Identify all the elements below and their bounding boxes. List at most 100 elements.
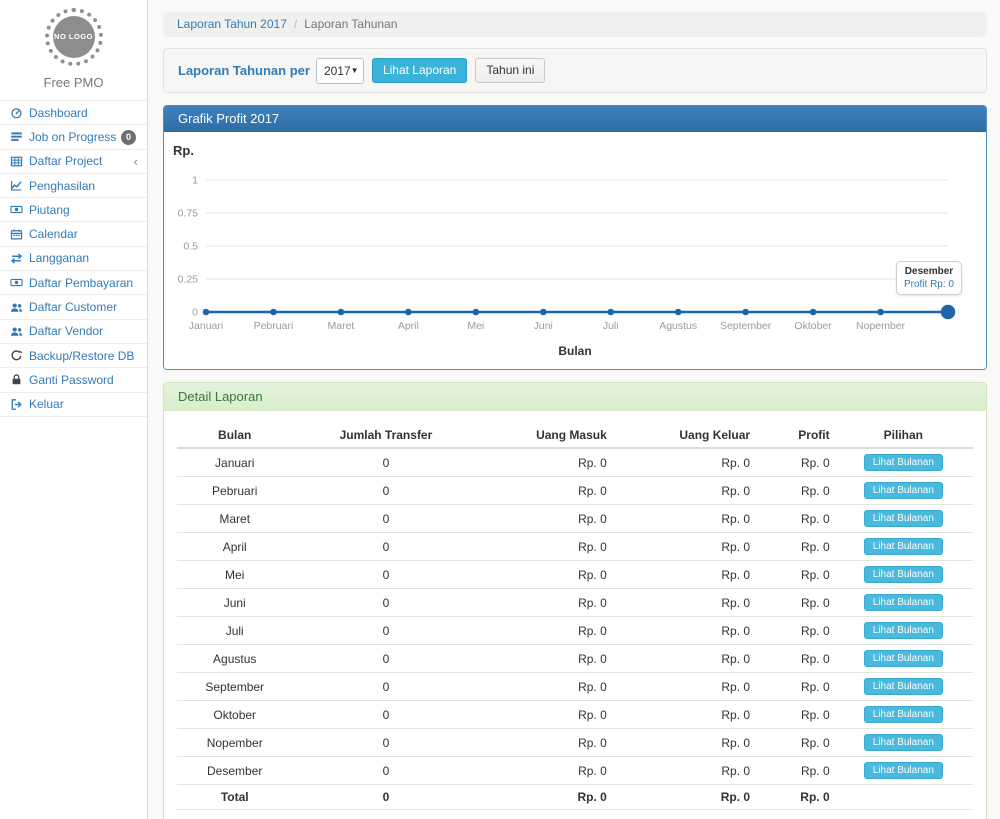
cell-jumlah-transfer: 0	[292, 448, 479, 477]
report-filter-panel: Laporan Tahunan per 2017 ▼ Lihat Laporan…	[163, 48, 987, 93]
cell-uang-keluar: Rp. 0	[611, 448, 754, 477]
cell-uang-masuk: Rp. 0	[479, 477, 610, 505]
cell-profit: Rp. 0	[754, 477, 834, 505]
table-row: Oktober0Rp. 0Rp. 0Rp. 0Lihat Bulanan	[177, 701, 973, 729]
cell-profit: Rp. 0	[754, 757, 834, 785]
sidebar-item-daftar-customer[interactable]: Daftar Customer	[0, 295, 147, 319]
breadcrumb-current: Laporan Tahunan	[304, 17, 397, 31]
table-row: Juli0Rp. 0Rp. 0Rp. 0Lihat Bulanan	[177, 617, 973, 645]
sidebar-item-label: Dashboard	[29, 106, 88, 120]
table-icon	[9, 154, 24, 169]
cell-pilihan: Lihat Bulanan	[834, 533, 973, 561]
sign-out-icon	[9, 397, 24, 412]
cell-uang-masuk: Rp. 0	[479, 701, 610, 729]
cell-uang-masuk: Rp. 0	[479, 645, 610, 673]
svg-text:Mei: Mei	[467, 320, 484, 332]
sidebar-item-backup-restore-db[interactable]: Backup/Restore DB	[0, 344, 147, 368]
svg-text:Juni: Juni	[534, 320, 553, 332]
cell-uang-masuk: Rp. 0	[479, 617, 610, 645]
lihat-bulanan-button[interactable]: Lihat Bulanan	[864, 538, 943, 555]
cell-profit: Rp. 0	[754, 645, 834, 673]
sidebar-item-calendar[interactable]: Calendar	[0, 222, 147, 246]
sidebar-item-penghasilan[interactable]: Penghasilan	[0, 174, 147, 198]
lihat-bulanan-button[interactable]: Lihat Bulanan	[864, 706, 943, 723]
cell-uang-masuk: Rp. 0	[479, 673, 610, 701]
cell-jumlah-transfer: 0	[292, 701, 479, 729]
column-header-uang-keluar: Uang Keluar	[611, 423, 754, 448]
sidebar-item-daftar-pembayaran[interactable]: Daftar Pembayaran	[0, 271, 147, 295]
brand-area: NO LOGO Free PMO	[0, 0, 147, 100]
cell-bulan: April	[177, 533, 292, 561]
sidebar-item-daftar-vendor[interactable]: Daftar Vendor	[0, 320, 147, 344]
cell-pilihan: Lihat Bulanan	[834, 729, 973, 757]
svg-text:Januari: Januari	[189, 320, 223, 332]
sidebar-item-langganan[interactable]: Langganan	[0, 247, 147, 271]
breadcrumb: Laporan Tahun 2017 / Laporan Tahunan	[163, 12, 987, 37]
cell-profit: Rp. 0	[754, 617, 834, 645]
users-icon	[9, 300, 24, 315]
sidebar-item-daftar-project[interactable]: Daftar Project‹	[0, 150, 147, 174]
cell-uang-keluar: Rp. 0	[611, 589, 754, 617]
cell-profit: Rp. 0	[754, 673, 834, 701]
table-row: Desember0Rp. 0Rp. 0Rp. 0Lihat Bulanan	[177, 757, 973, 785]
lihat-bulanan-button[interactable]: Lihat Bulanan	[864, 734, 943, 751]
report-table-wrap: BulanJumlah TransferUang MasukUang Kelua…	[164, 411, 986, 819]
lihat-bulanan-button[interactable]: Lihat Bulanan	[864, 482, 943, 499]
sidebar-item-label: Ganti Password	[29, 373, 114, 387]
table-header-row: BulanJumlah TransferUang MasukUang Kelua…	[177, 423, 973, 448]
lihat-bulanan-button[interactable]: Lihat Bulanan	[864, 762, 943, 779]
cell-uang-keluar: Rp. 0	[611, 673, 754, 701]
cell-pilihan: Lihat Bulanan	[834, 757, 973, 785]
table-total-row: Total0Rp. 0Rp. 0Rp. 0	[177, 785, 973, 810]
lihat-laporan-button[interactable]: Lihat Laporan	[372, 58, 467, 83]
cell-pilihan: Lihat Bulanan	[834, 505, 973, 533]
x-axis-title: Bulan	[164, 344, 986, 358]
lihat-bulanan-button[interactable]: Lihat Bulanan	[864, 566, 943, 583]
detail-panel-title: Detail Laporan	[164, 383, 986, 411]
total-cell: Rp. 0	[479, 785, 610, 810]
sidebar-item-keluar[interactable]: Keluar	[0, 393, 147, 417]
users-icon	[9, 324, 24, 339]
line-chart-icon	[9, 178, 24, 193]
sidebar-item-dashboard[interactable]: Dashboard	[0, 101, 147, 125]
breadcrumb-separator: /	[294, 17, 297, 31]
svg-text:Agustus: Agustus	[659, 320, 697, 332]
cell-pilihan: Lihat Bulanan	[834, 701, 973, 729]
sidebar-item-job-on-progress[interactable]: Job on Progress0	[0, 125, 147, 149]
lihat-bulanan-button[interactable]: Lihat Bulanan	[864, 510, 943, 527]
year-select[interactable]: 2017 ▼	[316, 58, 364, 84]
cell-profit: Rp. 0	[754, 729, 834, 757]
cell-pilihan: Lihat Bulanan	[834, 645, 973, 673]
lihat-bulanan-button[interactable]: Lihat Bulanan	[864, 678, 943, 695]
table-row: Nopember0Rp. 0Rp. 0Rp. 0Lihat Bulanan	[177, 729, 973, 757]
calendar-icon	[9, 227, 24, 242]
svg-text:Nopember: Nopember	[856, 320, 906, 332]
cell-uang-masuk: Rp. 0	[479, 757, 610, 785]
cell-jumlah-transfer: 0	[292, 617, 479, 645]
svg-text:Maret: Maret	[327, 320, 354, 332]
lihat-bulanan-button[interactable]: Lihat Bulanan	[864, 454, 943, 471]
cell-jumlah-transfer: 0	[292, 561, 479, 589]
cell-uang-masuk: Rp. 0	[479, 533, 610, 561]
lihat-bulanan-button[interactable]: Lihat Bulanan	[864, 622, 943, 639]
cell-profit: Rp. 0	[754, 561, 834, 589]
chevron-down-icon: ▼	[351, 66, 359, 75]
lihat-bulanan-button[interactable]: Lihat Bulanan	[864, 594, 943, 611]
lihat-bulanan-button[interactable]: Lihat Bulanan	[864, 650, 943, 667]
chart-canvas: 10.750.50.250JanuariPebruariMaretAprilMe…	[164, 132, 987, 369]
tahun-ini-button[interactable]: Tahun ini	[475, 58, 545, 83]
sidebar-item-label: Daftar Pembayaran	[29, 276, 133, 290]
cell-bulan: Juli	[177, 617, 292, 645]
dashboard-icon	[9, 105, 24, 120]
sidebar-item-piutang[interactable]: Piutang	[0, 198, 147, 222]
sidebar-item-label: Penghasilan	[29, 179, 95, 193]
column-header-bulan: Bulan	[177, 423, 292, 448]
sidebar-item-ganti-password[interactable]: Ganti Password	[0, 368, 147, 392]
cell-uang-masuk: Rp. 0	[479, 589, 610, 617]
column-header-uang-masuk: Uang Masuk	[479, 423, 610, 448]
breadcrumb-link-laporan-tahun[interactable]: Laporan Tahun 2017	[177, 17, 287, 31]
svg-text:0.75: 0.75	[178, 208, 199, 220]
cell-uang-masuk: Rp. 0	[479, 729, 610, 757]
cell-uang-keluar: Rp. 0	[611, 533, 754, 561]
cell-jumlah-transfer: 0	[292, 533, 479, 561]
